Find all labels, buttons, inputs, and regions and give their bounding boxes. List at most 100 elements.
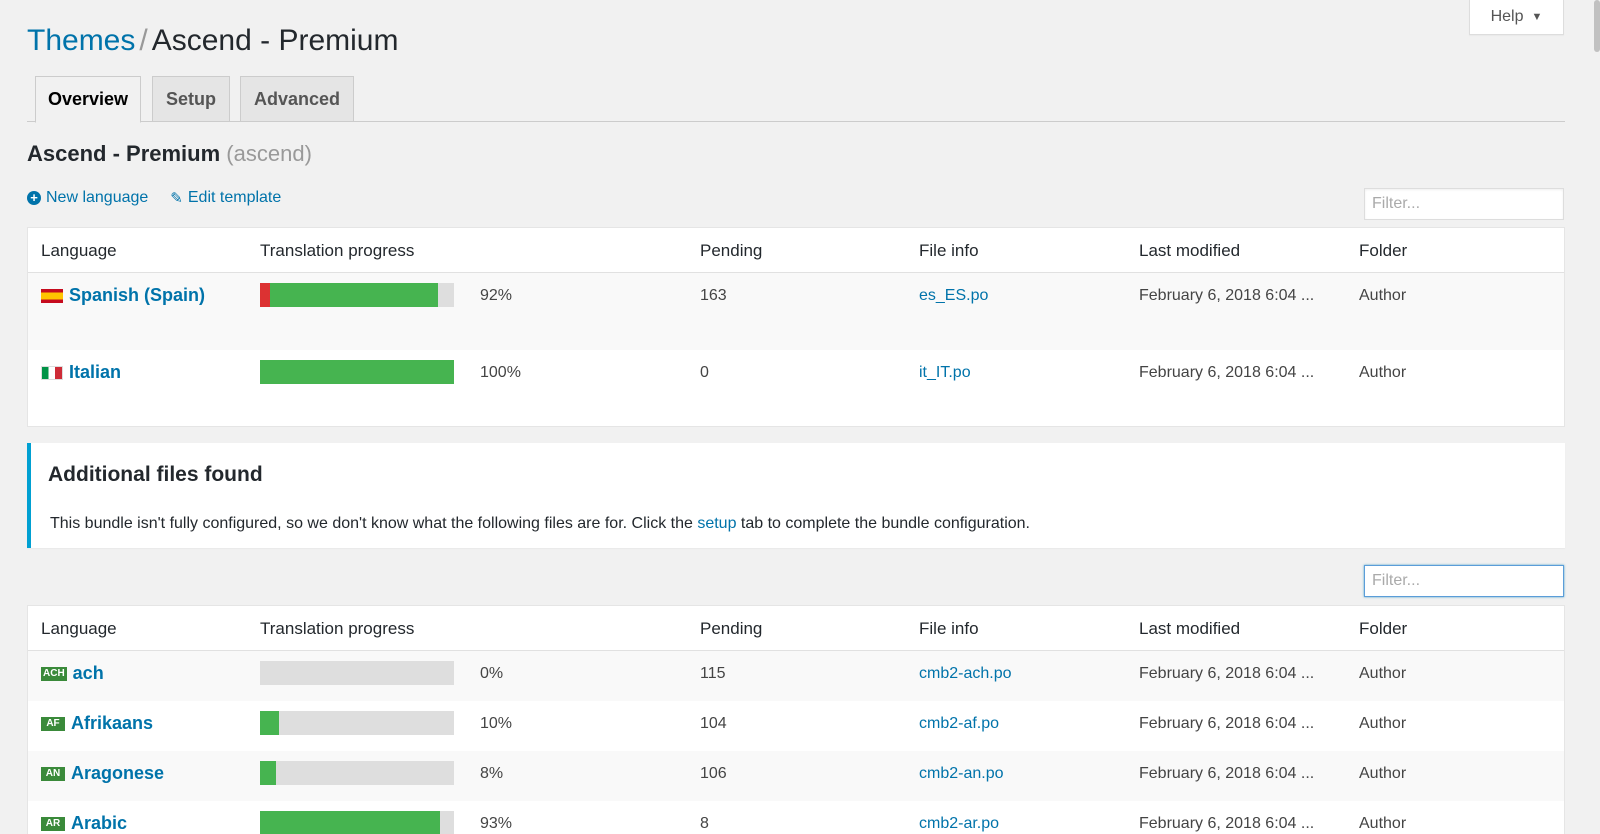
language-link-italian[interactable]: Italian xyxy=(41,362,121,383)
additional-files-notice: Additional files found This bundle isn't… xyxy=(27,443,1565,548)
notice-title: Additional files found xyxy=(48,463,263,486)
tab-advanced[interactable]: Advanced xyxy=(240,76,354,122)
language-code-icon: AF xyxy=(41,716,65,731)
progress-percent: 93% xyxy=(480,815,513,832)
notice-text-after: tab to complete the bundle configuration… xyxy=(736,515,1030,532)
file-link[interactable]: es_ES.po xyxy=(919,287,988,305)
language-link-ach[interactable]: ACH ach xyxy=(41,663,104,684)
breadcrumb-themes-link[interactable]: Themes xyxy=(27,24,135,57)
file-link[interactable]: it_IT.po xyxy=(919,364,971,382)
col-progress: Translation progress xyxy=(260,619,415,638)
progress-percent: 92% xyxy=(480,287,513,304)
language-name: Afrikaans xyxy=(71,713,154,733)
language-name: Aragonese xyxy=(71,763,165,783)
col-progress: Translation progress xyxy=(260,241,415,260)
table-row: ACH ach 0% 115 cmb2-ach.po February 6, 2018 6… xyxy=(28,651,1564,701)
progress-bar-fill xyxy=(260,761,276,785)
tab-bar: Overview Setup Advanced xyxy=(27,76,1565,123)
file-link[interactable]: cmb2-af.po xyxy=(919,715,999,733)
italy-flag-icon xyxy=(41,365,63,380)
language-link-aragonese[interactable]: AN Aragonese xyxy=(41,763,164,784)
file-link[interactable]: cmb2-ar.po xyxy=(919,815,999,833)
file-link[interactable]: cmb2-an.po xyxy=(919,765,1004,783)
bundle-name: Ascend - Premium xyxy=(27,141,221,166)
configured-languages-table: Language Translation progress Pending Fi… xyxy=(27,227,1565,427)
filter-input-configured[interactable] xyxy=(1364,188,1564,220)
col-file-info: File info xyxy=(919,241,979,260)
new-language-link[interactable]: + New language xyxy=(27,189,148,207)
page-scrollbar[interactable] xyxy=(1594,0,1600,52)
new-language-label: New language xyxy=(46,189,149,206)
file-link[interactable]: cmb2-ach.po xyxy=(919,665,1012,683)
setup-link[interactable]: setup xyxy=(697,515,736,532)
bundle-slug: (ascend) xyxy=(226,141,312,166)
table-header: Language Translation progress Pending Fi… xyxy=(28,228,1564,273)
pending-count: 8 xyxy=(700,815,709,832)
caret-down-icon: ▼ xyxy=(1531,11,1543,23)
folder: Author xyxy=(1359,815,1407,832)
bundle-title: Ascend - Premium (ascend) xyxy=(27,141,312,167)
filter-input-additional[interactable] xyxy=(1364,565,1564,597)
last-modified: February 6, 2018 6:04 ... xyxy=(1139,765,1315,782)
plus-circle-icon: + xyxy=(27,191,41,205)
additional-rows: ACH ach 0% 115 cmb2-ach.po February 6, 2018 6… xyxy=(28,651,1564,834)
last-modified: February 6, 2018 6:04 ... xyxy=(1139,364,1315,381)
language-code-icon: AR xyxy=(41,816,65,831)
help-label: Help xyxy=(1490,8,1524,25)
last-modified: February 6, 2018 6:04 ... xyxy=(1139,287,1315,304)
progress-bar-error xyxy=(260,283,270,307)
col-file-info: File info xyxy=(919,619,979,638)
progress-bar xyxy=(260,711,454,735)
col-language: Language xyxy=(41,619,117,638)
last-modified: February 6, 2018 6:04 ... xyxy=(1139,715,1315,732)
pending-count: 106 xyxy=(700,765,727,782)
breadcrumb-separator: / xyxy=(139,24,148,57)
progress-bar-fill xyxy=(260,360,454,384)
progress-bar-fill xyxy=(269,283,439,307)
edit-template-link[interactable]: ✎ Edit template xyxy=(170,189,281,207)
edit-template-label: Edit template xyxy=(187,189,282,206)
last-modified: February 6, 2018 6:04 ... xyxy=(1139,665,1315,682)
language-code-icon: ACH xyxy=(41,666,67,681)
progress-bar xyxy=(260,761,454,785)
progress-bar xyxy=(260,811,454,834)
last-modified: February 6, 2018 6:04 ... xyxy=(1139,815,1315,832)
folder: Author xyxy=(1359,765,1407,782)
col-folder: Folder xyxy=(1359,619,1408,638)
language-name: ach xyxy=(72,663,104,683)
folder: Author xyxy=(1359,715,1407,732)
table-row: Spanish (Spain) 92% 163 es_ES.po Februar… xyxy=(28,273,1564,350)
col-last-modified: Last modified xyxy=(1139,241,1241,260)
progress-bar-fill xyxy=(260,811,441,834)
progress-percent: 100% xyxy=(480,364,521,381)
additional-files-table: Language Translation progress Pending Fi… xyxy=(27,605,1565,834)
progress-bar-fill xyxy=(260,711,280,735)
language-name: Spanish (Spain) xyxy=(69,285,206,305)
progress-bar xyxy=(260,661,454,685)
spain-flag-icon xyxy=(41,288,63,303)
folder: Author xyxy=(1359,287,1407,304)
language-name: Arabic xyxy=(71,813,128,833)
table-row: AR Arabic 93% 8 cmb2-ar.po February 6, 2018 6… xyxy=(28,801,1564,834)
pending-count: 104 xyxy=(700,715,727,732)
col-pending: Pending xyxy=(700,241,763,260)
table-row: AF Afrikaans 10% 104 cmb2-af.po February 6, 2… xyxy=(28,701,1564,751)
folder: Author xyxy=(1359,665,1407,682)
notice-text: This bundle isn't fully configured, so w… xyxy=(50,515,1030,533)
language-code-icon: AN xyxy=(41,766,65,781)
col-pending: Pending xyxy=(700,619,763,638)
table-header: Language Translation progress Pending Fi… xyxy=(28,606,1564,651)
help-button[interactable]: Help ▼ xyxy=(1469,0,1564,35)
col-folder: Folder xyxy=(1359,241,1408,260)
pending-count: 0 xyxy=(700,364,709,381)
tab-setup[interactable]: Setup xyxy=(152,76,230,122)
tab-overview[interactable]: Overview xyxy=(35,76,141,123)
language-link-spanish[interactable]: Spanish (Spain) xyxy=(41,285,205,306)
language-link-afrikaans[interactable]: AF Afrikaans xyxy=(41,713,153,734)
progress-percent: 10% xyxy=(480,715,513,732)
language-link-arabic[interactable]: AR Arabic xyxy=(41,813,127,834)
table-row: AN Aragonese 8% 106 cmb2-an.po February 6, 20… xyxy=(28,751,1564,801)
page-title-text: Ascend - Premium xyxy=(151,24,399,57)
bundle-actions: + New language ✎ Edit template xyxy=(27,189,281,207)
col-last-modified: Last modified xyxy=(1139,619,1241,638)
